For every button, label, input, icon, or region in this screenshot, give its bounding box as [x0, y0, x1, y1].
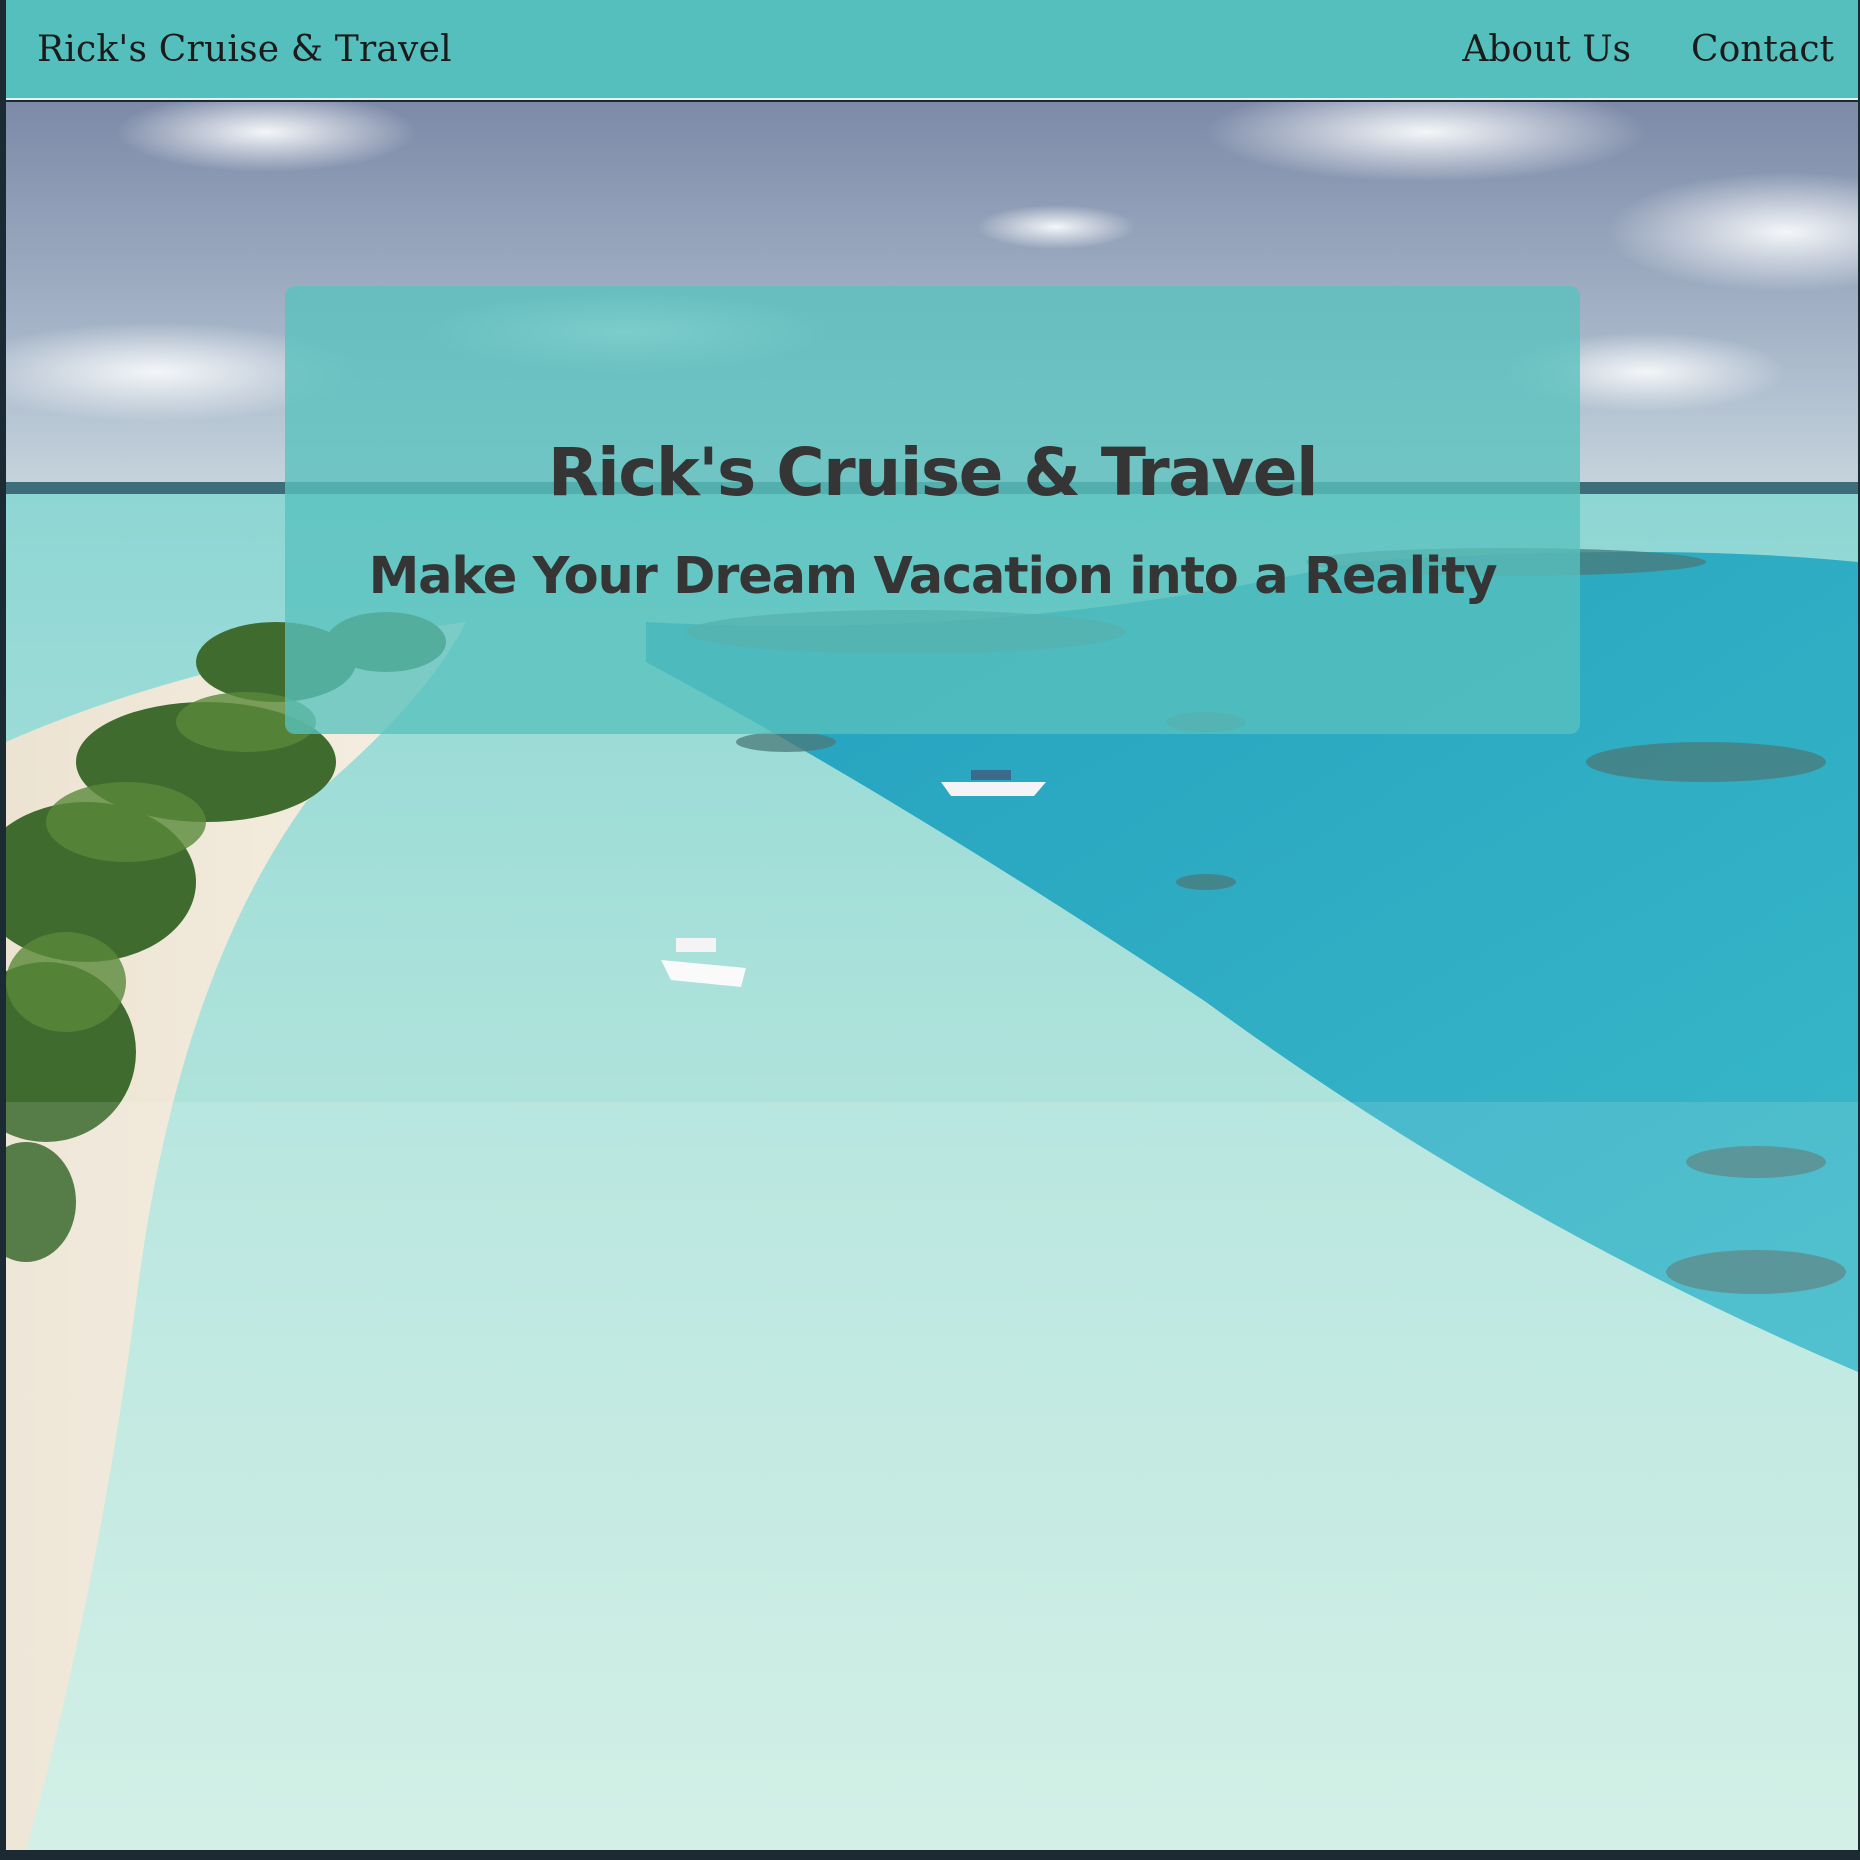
page: Rick's Cruise & Travel About Us Contact [6, 0, 1858, 1850]
navbar: Rick's Cruise & Travel About Us Contact [6, 0, 1858, 100]
nav-link-contact[interactable]: Contact [1691, 29, 1834, 70]
hero-title: Rick's Cruise & Travel [547, 434, 1319, 511]
brand-link[interactable]: Rick's Cruise & Travel [37, 29, 452, 70]
hero-subtitle: Make Your Dream Vacation into a Reality [368, 547, 1498, 606]
nav-link-about-us[interactable]: About Us [1462, 29, 1631, 70]
hero-section: Rick's Cruise & Travel Make Your Dream V… [6, 102, 1858, 1850]
nav-links: About Us Contact [1462, 29, 1834, 70]
hero-panel: Rick's Cruise & Travel Make Your Dream V… [285, 286, 1580, 734]
